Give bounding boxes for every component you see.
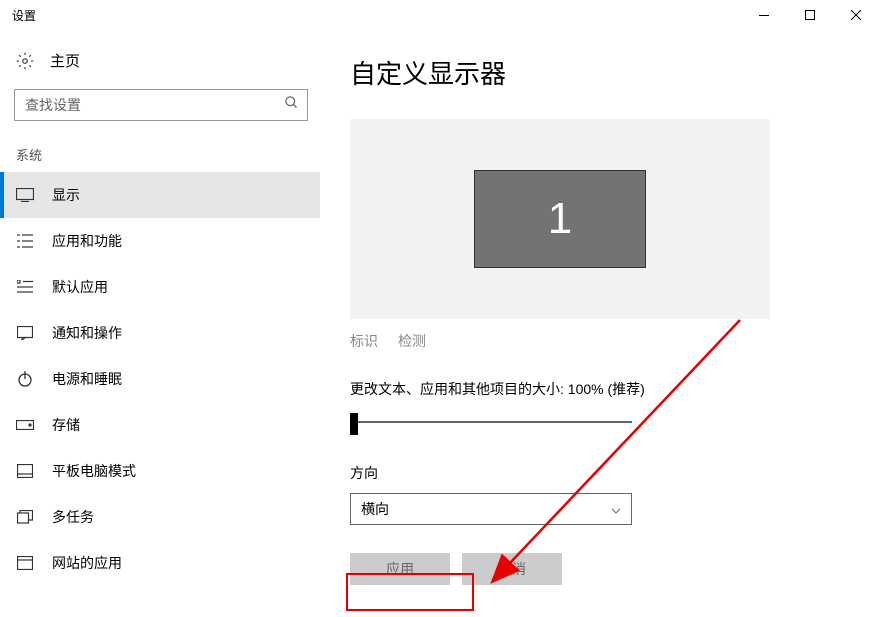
sidebar-item-power[interactable]: 电源和睡眠 (0, 356, 320, 402)
sidebar-item-apps[interactable]: 应用和功能 (0, 218, 320, 264)
window-title: 设置 (12, 7, 741, 24)
power-icon (16, 370, 34, 388)
sidebar-item-tablet[interactable]: 平板电脑模式 (0, 448, 320, 494)
monitor-icon (16, 186, 34, 204)
defaults-icon (16, 278, 34, 296)
sidebar-item-label: 网站的应用 (52, 553, 122, 573)
minimize-button[interactable] (741, 0, 787, 30)
close-button[interactable] (833, 0, 879, 30)
scale-slider[interactable] (350, 411, 632, 435)
sidebar-item-default-apps[interactable]: 默认应用 (0, 264, 320, 310)
sidebar-item-label: 存储 (52, 415, 80, 435)
detect-link[interactable]: 检测 (398, 331, 426, 351)
web-apps-icon (16, 554, 34, 572)
orientation-label: 方向 (350, 463, 859, 483)
monitor-number: 1 (548, 194, 572, 244)
cancel-button[interactable]: 取消 (462, 553, 562, 585)
sidebar-item-storage[interactable]: 存储 (0, 402, 320, 448)
minimize-icon (759, 15, 769, 16)
identify-link[interactable]: 标识 (350, 331, 378, 351)
advanced-display-link[interactable]: 高级显示设置 (350, 609, 454, 617)
maximize-icon (805, 10, 815, 20)
monitor-1[interactable]: 1 (474, 170, 646, 268)
home-button[interactable]: 主页 (0, 40, 320, 81)
sidebar: 主页 系统 显示 应用和功能 默认应用 通知和操作 (0, 30, 320, 617)
page-title: 自定义显示器 (350, 54, 859, 91)
close-icon (851, 10, 861, 20)
search-input[interactable] (25, 97, 284, 113)
sidebar-item-label: 应用和功能 (52, 231, 122, 251)
notification-icon (16, 324, 34, 342)
slider-thumb[interactable] (350, 413, 358, 435)
sidebar-item-web-apps[interactable]: 网站的应用 (0, 540, 320, 586)
slider-track (350, 421, 632, 423)
chevron-down-icon (611, 501, 621, 517)
window-controls (741, 0, 879, 30)
sidebar-item-label: 默认应用 (52, 277, 108, 297)
orientation-value: 横向 (361, 499, 389, 519)
home-label: 主页 (50, 50, 80, 71)
sidebar-item-label: 通知和操作 (52, 323, 122, 343)
multitask-icon (16, 508, 34, 526)
tablet-icon (16, 462, 34, 480)
sidebar-item-notifications[interactable]: 通知和操作 (0, 310, 320, 356)
scale-label: 更改文本、应用和其他项目的大小: 100% (推荐) (350, 379, 859, 399)
sidebar-item-multitask[interactable]: 多任务 (0, 494, 320, 540)
sidebar-item-label: 显示 (52, 185, 80, 205)
sidebar-item-label: 平板电脑模式 (52, 461, 136, 481)
sidebar-item-label: 电源和睡眠 (52, 369, 122, 389)
storage-icon (16, 416, 34, 434)
search-icon (284, 95, 299, 115)
apply-button[interactable]: 应用 (350, 553, 450, 585)
list-icon (16, 232, 34, 250)
sidebar-item-label: 多任务 (52, 507, 94, 527)
display-preview: 1 (350, 119, 770, 319)
titlebar: 设置 (0, 0, 879, 30)
sidebar-item-display[interactable]: 显示 (0, 172, 320, 218)
orientation-select[interactable]: 横向 (350, 493, 632, 525)
main-content: 自定义显示器 1 标识 检测 更改文本、应用和其他项目的大小: 100% (推荐… (320, 30, 879, 617)
search-box[interactable] (14, 89, 308, 121)
maximize-button[interactable] (787, 0, 833, 30)
gear-icon (16, 52, 34, 70)
section-label: 系统 (0, 133, 320, 172)
